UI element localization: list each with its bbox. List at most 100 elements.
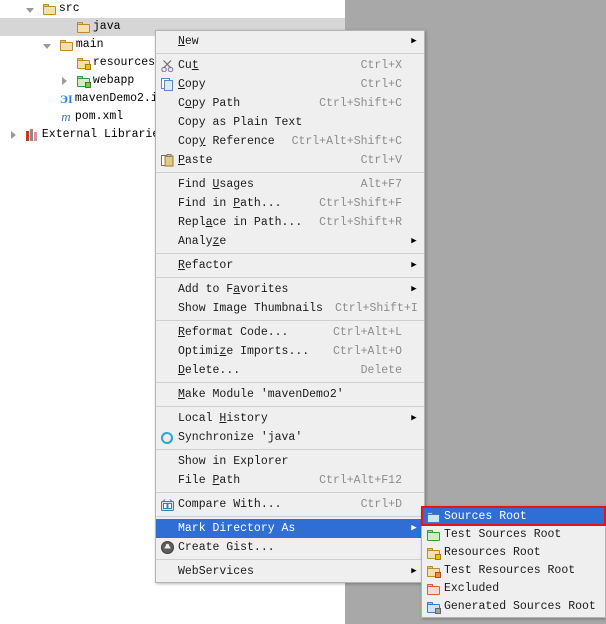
menu-item-paste[interactable]: Paste Ctrl+V xyxy=(156,151,424,170)
menu-separator xyxy=(156,406,424,407)
menu-item-shortcut: Ctrl+Alt+O xyxy=(332,345,402,358)
submenu-item-generated-sources-root[interactable]: Generated Sources Root xyxy=(422,598,605,616)
menu-item-add-to-favorites[interactable]: Add to Favorites ▶ xyxy=(156,280,424,299)
chevron-right-icon[interactable] xyxy=(59,76,70,87)
tree-item-label: pom.xml xyxy=(74,110,124,123)
menu-item-cut[interactable]: Cut Ctrl+X xyxy=(156,56,424,75)
submenu-arrow-icon: ▶ xyxy=(411,236,417,246)
menu-item-make-module-mavendemo2[interactable]: Make Module 'mavenDemo2' xyxy=(156,385,424,404)
resources-root-icon xyxy=(422,544,444,562)
menu-item-copy-reference[interactable]: Copy Reference Ctrl+Alt+Shift+C xyxy=(156,132,424,151)
menu-item-synchronize-java[interactable]: Synchronize 'java' xyxy=(156,428,424,447)
menu-item-label: Reformat Code... xyxy=(178,326,289,339)
menu-separator xyxy=(156,449,424,450)
menu-item-shortcut: Ctrl+Shift+C xyxy=(319,97,402,110)
menu-item-label: Add to Favorites xyxy=(178,283,289,296)
menu-item-shortcut: Delete xyxy=(360,364,402,377)
submenu-arrow-icon: ▶ xyxy=(411,36,417,46)
menu-item-label: Copy as Plain Text xyxy=(178,116,303,129)
tree-item-src[interactable]: src xyxy=(0,0,345,18)
menu-item-label: Synchronize 'java' xyxy=(178,431,303,444)
generated-sources-root-icon xyxy=(422,598,444,616)
gist-icon xyxy=(156,538,178,557)
submenu-arrow-icon: ▶ xyxy=(411,566,417,576)
menu-item-label: Copy Path xyxy=(178,97,241,110)
menu-item-compare-with[interactable]: Compare With... Ctrl+D xyxy=(156,495,424,514)
copy-icon xyxy=(156,75,178,94)
menu-item-shortcut: Ctrl+Alt+F12 xyxy=(319,474,402,487)
menu-item-copy-as-plain-text[interactable]: Copy as Plain Text xyxy=(156,113,424,132)
menu-item-label: Cut xyxy=(178,59,199,72)
menu-item-analyze[interactable]: Analyze ▶ xyxy=(156,232,424,251)
menu-item-webservices[interactable]: WebServices ▶ xyxy=(156,562,424,581)
menu-separator xyxy=(156,559,424,560)
menu-item-shortcut: Ctrl+Shift+I xyxy=(334,302,418,315)
menu-item-shortcut: Alt+F7 xyxy=(360,178,402,191)
menu-item-label: Paste xyxy=(178,154,213,167)
menu-item-show-image-thumbnails[interactable]: Show Image Thumbnails Ctrl+Shift+I xyxy=(156,299,424,318)
menu-item-reformat-code[interactable]: Reformat Code... Ctrl+Alt+L xyxy=(156,323,424,342)
menu-item-shortcut: Ctrl+C xyxy=(360,78,402,91)
menu-item-local-history[interactable]: Local History ▶ xyxy=(156,409,424,428)
menu-item-delete[interactable]: Delete... Delete xyxy=(156,361,424,380)
menu-item-find-in-path[interactable]: Find in Path... Ctrl+Shift+F xyxy=(156,194,424,213)
chevron-down-icon[interactable] xyxy=(42,40,53,51)
no-icon xyxy=(156,562,178,581)
menu-item-shortcut: Ctrl+D xyxy=(360,498,402,511)
menu-separator xyxy=(156,382,424,383)
menu-separator xyxy=(156,277,424,278)
no-icon xyxy=(156,299,178,318)
no-icon xyxy=(156,452,178,471)
submenu-item-resources-root[interactable]: Resources Root xyxy=(422,544,605,562)
menu-item-show-in-explorer[interactable]: Show in Explorer xyxy=(156,452,424,471)
maven-pom-icon: m xyxy=(61,109,71,124)
menu-item-mark-directory-as[interactable]: Mark Directory As ▶ xyxy=(156,519,424,538)
no-icon xyxy=(156,385,178,404)
menu-item-label: Create Gist... xyxy=(178,541,275,554)
menu-item-file-path[interactable]: File Path Ctrl+Alt+F12 xyxy=(156,471,424,490)
tree-item-label: main xyxy=(75,38,104,51)
menu-separator xyxy=(156,320,424,321)
menu-item-refactor[interactable]: Refactor ▶ xyxy=(156,256,424,275)
submenu-item-excluded[interactable]: Excluded xyxy=(422,580,605,598)
menu-item-label: Make Module 'mavenDemo2' xyxy=(178,388,344,401)
submenu-item-test-sources-root[interactable]: Test Sources Root xyxy=(422,526,605,544)
project-context-menu[interactable]: New ▶ Cut Ctrl+X Copy Ctrl+C Copy Path Ctrl+Shi… xyxy=(155,30,425,583)
mark-directory-as-submenu[interactable]: Sources Root Test Sources Root Resources R… xyxy=(421,506,606,618)
menu-item-replace-in-path[interactable]: Replace in Path... Ctrl+Shift+R xyxy=(156,213,424,232)
menu-item-label: Mark Directory As xyxy=(178,522,296,535)
folder-resources-icon xyxy=(76,57,91,70)
submenu-arrow-icon: ▶ xyxy=(411,413,417,423)
menu-item-optimize-imports[interactable]: Optimize Imports... Ctrl+Alt+O xyxy=(156,342,424,361)
chevron-right-icon[interactable] xyxy=(8,130,19,141)
menu-item-label: New xyxy=(178,35,199,48)
submenu-item-sources-root[interactable]: Sources Root xyxy=(422,508,605,526)
scissors-icon xyxy=(156,56,178,75)
menu-item-copy[interactable]: Copy Ctrl+C xyxy=(156,75,424,94)
submenu-item-label: Test Resources Root xyxy=(444,564,576,577)
submenu-item-test-resources-root[interactable]: Test Resources Root xyxy=(422,562,605,580)
submenu-item-label: Excluded xyxy=(444,582,500,595)
sources-root-icon xyxy=(422,508,444,526)
menu-item-copy-path[interactable]: Copy Path Ctrl+Shift+C xyxy=(156,94,424,113)
submenu-item-label: Generated Sources Root xyxy=(444,600,596,613)
menu-item-find-usages[interactable]: Find Usages Alt+F7 xyxy=(156,175,424,194)
menu-item-shortcut: Ctrl+X xyxy=(360,59,402,72)
folder-icon xyxy=(76,21,90,33)
folder-icon xyxy=(42,3,56,15)
no-icon xyxy=(156,113,178,132)
menu-item-new[interactable]: New ▶ xyxy=(156,32,424,51)
menu-item-label: Copy xyxy=(178,78,206,91)
chevron-down-icon[interactable] xyxy=(25,4,36,15)
menu-item-label: Compare With... xyxy=(178,498,282,511)
menu-item-shortcut: Ctrl+Shift+R xyxy=(319,216,402,229)
tree-item-label: webapp xyxy=(92,74,135,87)
menu-item-shortcut: Ctrl+Shift+F xyxy=(319,197,402,210)
tree-item-label: External Libraries xyxy=(41,128,167,141)
menu-item-label: Delete... xyxy=(178,364,241,377)
menu-item-label: Refactor xyxy=(178,259,234,272)
menu-item-create-gist[interactable]: Create Gist... xyxy=(156,538,424,557)
menu-item-shortcut: Ctrl+Alt+L xyxy=(332,326,402,339)
